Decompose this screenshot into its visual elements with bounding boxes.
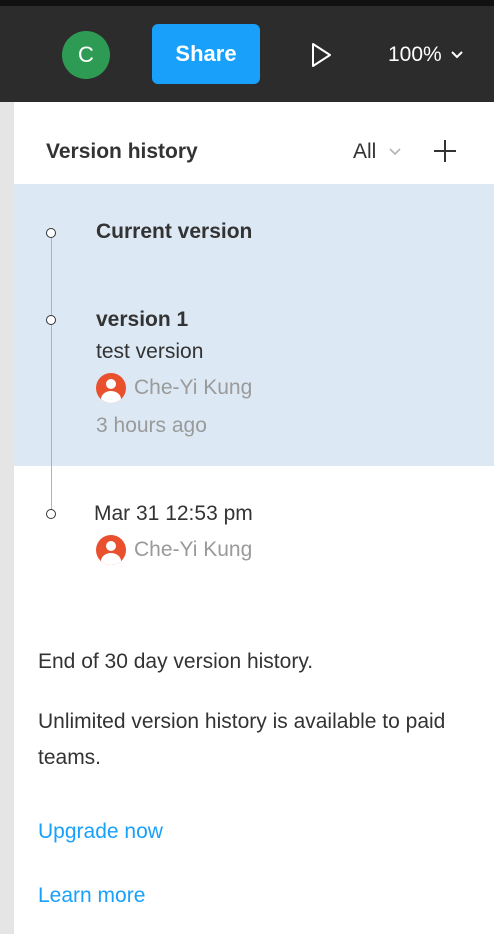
version-title[interactable]: version 1 (96, 308, 188, 332)
share-button[interactable]: Share (152, 24, 260, 84)
toolbar: C Share 100% (0, 0, 494, 102)
user-icon (96, 373, 126, 403)
plus-icon (434, 140, 456, 162)
autosave-version-title[interactable]: Mar 31 12:53 pm (94, 502, 253, 526)
end-of-history-text: End of 30 day version history. (38, 650, 314, 673)
zoom-dropdown[interactable]: 100% (388, 40, 464, 70)
panel-header: Version history All (14, 102, 494, 184)
user-avatar[interactable]: C (62, 31, 110, 79)
filter-dropdown[interactable]: All (353, 140, 402, 164)
unlimited-history-text: Unlimited version history is available t… (38, 710, 446, 769)
timeline-line (51, 234, 52, 514)
user-icon (96, 535, 126, 565)
zoom-label: 100% (388, 43, 442, 66)
panel-title: Version history (46, 140, 198, 163)
add-version-button[interactable] (432, 138, 458, 164)
version-time: 3 hours ago (96, 414, 207, 437)
author-name: Che-Yi Kung (134, 538, 253, 561)
upgrade-now-link[interactable]: Upgrade now (38, 820, 163, 844)
chevron-down-icon (451, 51, 463, 59)
selected-versions-highlight (14, 184, 494, 466)
timeline-dot (46, 509, 56, 519)
chevron-down-icon (389, 148, 401, 156)
version-history-panel: Version history All Current version vers… (14, 102, 494, 934)
version-author: Che-Yi Kung (96, 373, 252, 403)
play-icon (312, 43, 331, 67)
author-name: Che-Yi Kung (134, 376, 253, 399)
version-description: test version (96, 340, 204, 363)
timeline-dot (46, 228, 56, 238)
learn-more-link[interactable]: Learn more (38, 884, 145, 908)
version-author: Che-Yi Kung (96, 535, 252, 565)
filter-label: All (353, 140, 377, 163)
present-button[interactable] (306, 40, 336, 70)
current-version-title[interactable]: Current version (96, 220, 252, 244)
timeline-dot (46, 315, 56, 325)
